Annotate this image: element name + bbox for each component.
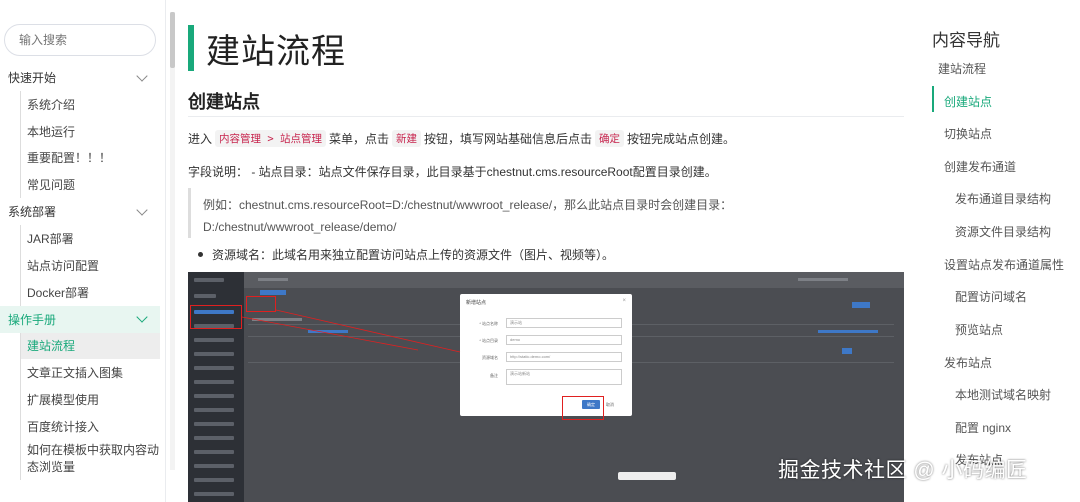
taskbar <box>618 472 676 480</box>
chevron-down-icon <box>136 204 148 216</box>
list-item: 资源域名：此域名用来独立配置访问站点上传的资源文件（图片、视频等）。 <box>198 246 614 263</box>
toc-item[interactable]: 切换站点 <box>944 125 992 142</box>
toc-item[interactable]: 设置站点发布通道属性 <box>944 256 1064 273</box>
sidebar-item[interactable]: 站点访问配置 <box>20 251 160 279</box>
sidebar-item[interactable]: JAR部署 <box>20 225 160 252</box>
toc-item[interactable]: 本地测试域名映射 <box>955 386 1051 403</box>
sidebar-group-label: 操作手册 <box>8 312 57 327</box>
chevron-down-icon <box>136 311 148 323</box>
example-quote: 例如：chestnut.cms.resourceRoot=D:/chestnut… <box>188 188 904 238</box>
divider <box>188 116 904 117</box>
sidebar-item[interactable]: Docker部署 <box>20 278 160 306</box>
toc-item[interactable]: 资源文件目录结构 <box>955 223 1051 240</box>
toc-title: 内容导航 <box>932 31 1000 50</box>
left-sidebar: 快速开始 系统介绍 本地运行 重要配置！！！ 常见问题 系统部署 JAR部署 站… <box>0 0 166 502</box>
sidebar-item[interactable]: 系统介绍 <box>20 91 160 118</box>
search-box <box>4 24 156 56</box>
toc-item[interactable]: 配置 nginx <box>955 419 1011 436</box>
list-item-text: 资源域名：此域名用来独立配置访问站点上传的资源文件（图片、视频等）。 <box>212 248 615 262</box>
table-of-contents: 内容导航 建站流程 创建站点 切换站点 创建发布通道 发布通道目录结构 资源文件… <box>932 0 1080 502</box>
page-title-block: 建站流程 <box>188 24 346 72</box>
chevron-down-icon <box>136 69 148 82</box>
search-input[interactable] <box>5 25 155 55</box>
toc-active-marker <box>932 86 934 112</box>
toc-item[interactable]: 预览站点 <box>955 321 1003 338</box>
toc-item[interactable]: 建站流程 <box>938 60 986 77</box>
sidebar-item-active[interactable]: 建站流程 <box>20 332 160 360</box>
sidebar-group-deploy[interactable]: 系统部署 <box>0 198 160 225</box>
sidebar-item[interactable]: 本地运行 <box>20 117 160 145</box>
page-title: 建站流程 <box>206 32 346 71</box>
bullet-icon <box>198 252 203 257</box>
toc-item[interactable]: 发布通道目录结构 <box>955 190 1051 207</box>
sidebar-scrollbar-track[interactable] <box>170 12 175 470</box>
text: 进入 <box>188 132 213 146</box>
inline-code: 新建 <box>392 130 421 147</box>
title-accent-bar <box>188 25 194 71</box>
sidebar-item[interactable]: 常见问题 <box>20 171 160 199</box>
sidebar-group-label: 系统部署 <box>8 205 57 220</box>
sidebar-item[interactable]: 文章正文插入图集 <box>20 359 160 387</box>
sidebar-scrollbar-thumb[interactable] <box>170 12 175 68</box>
text: 按钮，填写网站基础信息后点击 <box>424 132 593 146</box>
sidebar-item[interactable]: 百度统计接入 <box>20 412 160 440</box>
paragraph-create-site: 进入 内容管理 > 站点管理 菜单，点击 新建 按钮，填写网站基础信息后点击 确… <box>188 130 735 147</box>
inline-code: 内容管理 > 站点管理 <box>215 130 326 147</box>
toc-item[interactable]: 创建发布通道 <box>944 158 1016 175</box>
sidebar-nav: 快速开始 系统介绍 本地运行 重要配置！！！ 常见问题 系统部署 JAR部署 站… <box>0 64 160 480</box>
sidebar-item[interactable]: 扩展模型使用 <box>20 386 160 413</box>
text: 按钮完成站点创建。 <box>627 132 736 146</box>
toc-item[interactable]: 发布站点 <box>944 354 992 371</box>
sidebar-item[interactable]: 如何在模板中获取内容动态浏览量 <box>20 439 160 480</box>
paragraph-field-desc: 字段说明： - 站点目录：站点文件保存目录，此目录基于chestnut.cms.… <box>188 165 717 179</box>
inline-code: 确定 <box>595 130 625 147</box>
sidebar-item[interactable]: 重要配置！！！ <box>20 144 160 172</box>
sidebar-group-quick-start[interactable]: 快速开始 <box>0 64 160 91</box>
section-title: 创建站点 <box>188 92 260 112</box>
toc-item[interactable]: 配置访问域名 <box>955 288 1027 305</box>
toc-item-active[interactable]: 创建站点 <box>944 93 992 110</box>
main-content: 建站流程 创建站点 进入 内容管理 > 站点管理 菜单，点击 新建 按钮，填写网… <box>188 0 904 502</box>
sidebar-group-label: 快速开始 <box>8 71 57 85</box>
watermark: 掘金技术社区 @ 小码编匠 <box>778 459 1028 482</box>
text: 菜单，点击 <box>328 132 389 146</box>
sidebar-group-manual[interactable]: 操作手册 <box>0 305 160 333</box>
